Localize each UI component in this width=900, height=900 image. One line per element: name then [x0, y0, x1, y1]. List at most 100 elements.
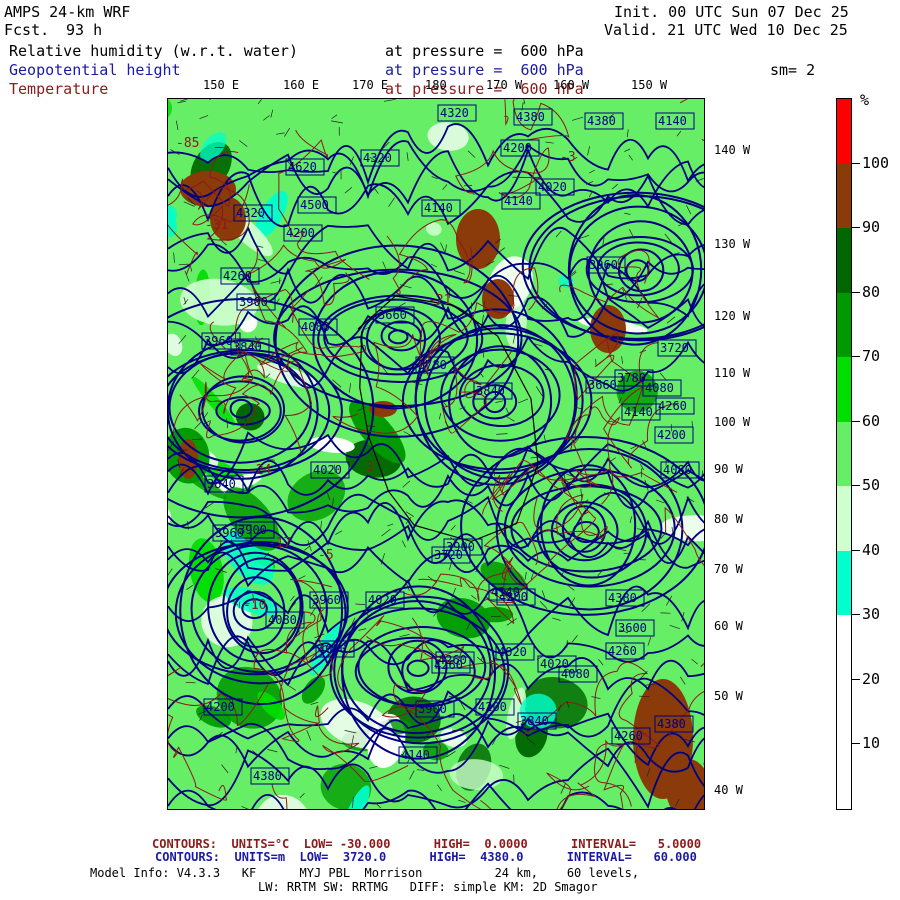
lat-label: 90 W: [714, 462, 743, 476]
colorbar-tick: [852, 549, 860, 551]
svg-text:3780: 3780: [418, 358, 447, 372]
svg-text:4140: 4140: [424, 201, 453, 215]
svg-text:3780: 3780: [617, 371, 646, 385]
colorbar: [836, 98, 852, 810]
height-contour-info: CONTOURS: UNITS=m LOW= 3720.0 HIGH= 4380…: [155, 850, 697, 864]
model-title: AMPS 24-km WRF: [4, 3, 131, 21]
svg-text:4080: 4080: [645, 381, 674, 395]
humidity-patch: [477, 606, 514, 623]
svg-text:3840: 3840: [233, 340, 262, 354]
temperature-contour-label: -17: [268, 536, 291, 551]
colorbar-label: 90: [862, 218, 881, 237]
temperature-contour-label: -85: [176, 136, 199, 151]
svg-text:4080: 4080: [268, 613, 297, 627]
temperature-contour-label: -31: [205, 218, 228, 233]
wind-barb: [266, 459, 275, 461]
colorbar-tick: [852, 227, 860, 229]
svg-text:4200: 4200: [657, 428, 686, 442]
colorbar-segment: [837, 550, 851, 616]
colorbar-tick: [852, 614, 860, 616]
field-temp-name: Temperature: [9, 80, 109, 98]
svg-text:4080: 4080: [301, 320, 330, 334]
lon-label: 180: [425, 78, 447, 92]
colorbar-segment: [837, 99, 851, 165]
svg-text:4020: 4020: [540, 657, 569, 671]
svg-text:3960: 3960: [215, 526, 244, 540]
lat-label: 100 W: [714, 415, 751, 429]
svg-text:4260: 4260: [608, 644, 637, 658]
lat-label: 40 W: [714, 783, 743, 797]
field-height-name: Geopotential height: [9, 61, 181, 79]
svg-text:3960: 3960: [204, 334, 233, 348]
lat-label: 140 W: [714, 143, 751, 157]
temperature-contour-label: -21: [428, 293, 451, 308]
lon-label: 150 W: [631, 78, 668, 92]
svg-text:3840: 3840: [520, 714, 549, 728]
model-info-line2: LW: RRTM SW: RRTMG DIFF: simple KM: 2D S…: [258, 880, 598, 894]
svg-text:3660: 3660: [378, 308, 407, 322]
svg-text:4500: 4500: [300, 198, 329, 212]
svg-text:4320: 4320: [363, 151, 392, 165]
temperature-contour-label: -3: [358, 460, 374, 475]
svg-text:4080: 4080: [318, 642, 347, 656]
colorbar-segment: [837, 357, 851, 423]
lon-label: 170 E: [352, 78, 389, 92]
svg-text:4200: 4200: [478, 700, 507, 714]
svg-text:4380: 4380: [516, 110, 545, 124]
svg-text:4320: 4320: [236, 206, 265, 220]
map-panel: 4320 4380 4620 4320 4140 4200 4260 4320 4500 4140…: [167, 98, 705, 810]
colorbar-segment: [837, 228, 851, 294]
wind-barb: [513, 774, 515, 784]
colorbar-tick: [852, 162, 860, 164]
wind-barb: [240, 553, 250, 555]
colorbar-label: 40: [862, 540, 881, 559]
lat-label: 60 W: [714, 619, 743, 633]
smoothing-label: sm= 2: [770, 61, 816, 79]
field-height-level: at pressure = 600 hPa: [385, 61, 584, 79]
forecast-label: Fcst.: [4, 21, 50, 39]
colorbar-label: 70: [862, 347, 881, 366]
svg-text:3900: 3900: [239, 295, 268, 309]
field-rh-name: Relative humidity (w.r.t. water): [9, 42, 298, 60]
colorbar-label: 100: [862, 153, 890, 172]
colorbar-label: 30: [862, 605, 881, 624]
svg-text:3840: 3840: [207, 477, 236, 491]
forecast-hour: 93 h: [66, 21, 103, 39]
svg-text:4140: 4140: [624, 405, 653, 419]
field-rh-level: at pressure = 600 hPa: [385, 42, 584, 60]
lat-label: 80 W: [714, 512, 743, 526]
svg-text:4200: 4200: [206, 700, 235, 714]
svg-text:4620: 4620: [288, 160, 317, 174]
svg-text:4140: 4140: [504, 194, 533, 208]
colorbar-label: 10: [862, 734, 881, 753]
lat-label: 130 W: [714, 237, 751, 251]
lon-label: 170 W: [486, 78, 523, 92]
valid-time: Valid. 21 UTC Wed 10 Dec 25: [604, 21, 848, 39]
svg-text:4020: 4020: [368, 593, 397, 607]
colorbar-segment: [837, 615, 851, 681]
svg-text:4020: 4020: [498, 645, 527, 659]
svg-text:3900: 3900: [446, 540, 475, 554]
svg-text:3840: 3840: [476, 384, 505, 398]
svg-text:4140: 4140: [658, 114, 687, 128]
svg-text:3900: 3900: [418, 702, 447, 716]
lon-label: 160 W: [553, 78, 590, 92]
colorbar-segment: [837, 163, 851, 229]
svg-text:4260: 4260: [223, 269, 252, 283]
model-info-line1: Model Info: V4.3.3 KF MYJ PBL Morrison 2…: [90, 866, 640, 880]
temperature-contour-label: -3: [560, 150, 576, 165]
svg-text:4020: 4020: [538, 180, 567, 194]
colorbar-tick: [852, 485, 860, 487]
svg-text:3960: 3960: [589, 258, 618, 272]
svg-text:4140: 4140: [401, 748, 430, 762]
colorbar-segment: [837, 292, 851, 358]
weather-map: 4320 4380 4620 4320 4140 4200 4260 4320 4500 4140…: [168, 99, 704, 809]
svg-text:4200: 4200: [286, 226, 315, 240]
colorbar-tick: [852, 420, 860, 422]
svg-text:4320: 4320: [440, 106, 469, 120]
lat-label: 50 W: [714, 689, 743, 703]
svg-text:3600: 3600: [618, 621, 647, 635]
colorbar-tick: [852, 678, 860, 680]
svg-text:3660: 3660: [588, 378, 617, 392]
colorbar-label: 50: [862, 476, 881, 495]
